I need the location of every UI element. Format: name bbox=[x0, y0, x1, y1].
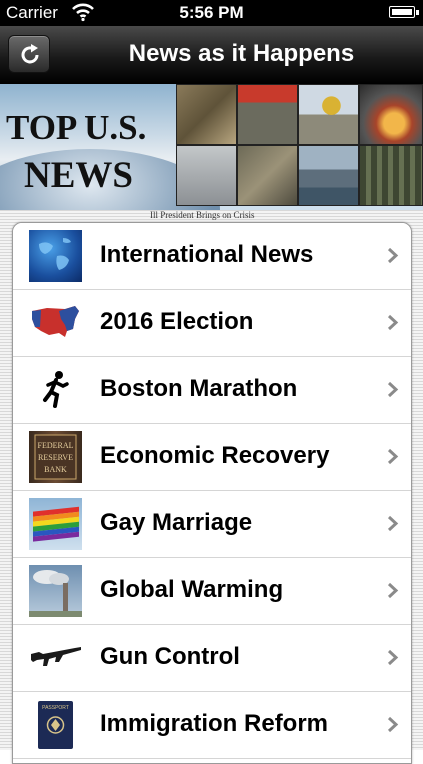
header-banner: TOP U.S. NEWS bbox=[0, 84, 423, 210]
dome-of-the-rock-photo bbox=[298, 84, 359, 145]
topic-label: Gay Marriage bbox=[100, 509, 253, 536]
rifle-icon bbox=[29, 632, 82, 684]
helicopter-photo bbox=[176, 145, 237, 206]
troops-photo bbox=[237, 145, 298, 206]
topic-label: Economic Recovery bbox=[100, 442, 330, 469]
explosion-photo bbox=[359, 84, 423, 145]
topic-row-gun-control[interactable]: Gun Control bbox=[13, 625, 411, 692]
svg-text:RESERVE: RESERVE bbox=[38, 453, 73, 462]
topic-row-gay-marriage[interactable]: Gay Marriage bbox=[13, 491, 411, 558]
chevron-right-icon bbox=[387, 381, 399, 398]
rainbow-flag-icon bbox=[29, 498, 82, 550]
topic-label: Global Warming bbox=[100, 576, 284, 603]
topic-label: 2016 Election bbox=[100, 308, 254, 335]
refresh-button[interactable] bbox=[8, 35, 50, 73]
refresh-icon bbox=[21, 44, 39, 64]
topic-row-boston-marathon[interactable]: Boston Marathon bbox=[13, 357, 411, 424]
us-map-icon bbox=[29, 297, 82, 349]
chevron-right-icon bbox=[387, 247, 399, 264]
marching-soldiers-photo bbox=[359, 145, 423, 206]
navigation-bar: News as it Happens bbox=[0, 26, 423, 85]
chevron-right-icon bbox=[387, 448, 399, 465]
runner-icon bbox=[29, 364, 82, 416]
status-bar: Carrier 5:56 PM bbox=[0, 0, 423, 26]
chevron-right-icon bbox=[387, 314, 399, 331]
svg-text:BANK: BANK bbox=[44, 465, 67, 474]
banner-title-line1: TOP U.S. bbox=[6, 108, 147, 147]
newspaper-headline: Ill President Brings on Crisis bbox=[150, 210, 255, 220]
military-parade-photo bbox=[237, 84, 298, 145]
chevron-right-icon bbox=[387, 515, 399, 532]
topic-row-economic-recovery[interactable]: FEDERAL RESERVE BANK Economic Recovery bbox=[13, 424, 411, 491]
topic-row-international-news[interactable]: International News bbox=[13, 223, 411, 290]
chevron-right-icon bbox=[387, 716, 399, 733]
topic-row-2016-election[interactable]: 2016 Election bbox=[13, 290, 411, 357]
svg-text:PASSPORT: PASSPORT bbox=[42, 705, 69, 711]
topic-list: International News 2016 Election Boston … bbox=[12, 222, 412, 764]
svg-text:FEDERAL: FEDERAL bbox=[38, 441, 74, 450]
globe-icon bbox=[29, 230, 82, 282]
topic-label: Gun Control bbox=[100, 643, 240, 670]
topic-label: International News bbox=[100, 241, 314, 268]
chevron-right-icon bbox=[387, 582, 399, 599]
smokestack-icon bbox=[29, 565, 82, 617]
chevron-right-icon bbox=[387, 649, 399, 666]
topic-label: Immigration Reform bbox=[100, 710, 329, 737]
battery-icon bbox=[389, 6, 419, 18]
banner-title-line2: NEWS bbox=[24, 155, 133, 196]
passport-icon: PASSPORT bbox=[29, 699, 82, 751]
aircraft-carrier-photo bbox=[298, 145, 359, 206]
federal-reserve-sign-icon: FEDERAL RESERVE BANK bbox=[29, 431, 82, 483]
soldiers-photo bbox=[176, 84, 237, 145]
topic-row-immigration-reform[interactable]: PASSPORT Immigration Reform bbox=[13, 692, 411, 759]
topic-row-global-warming[interactable]: Global Warming bbox=[13, 558, 411, 625]
clock: 5:56 PM bbox=[179, 3, 244, 22]
topic-label: Boston Marathon bbox=[100, 375, 298, 402]
nav-title: News as it Happens bbox=[128, 40, 355, 67]
